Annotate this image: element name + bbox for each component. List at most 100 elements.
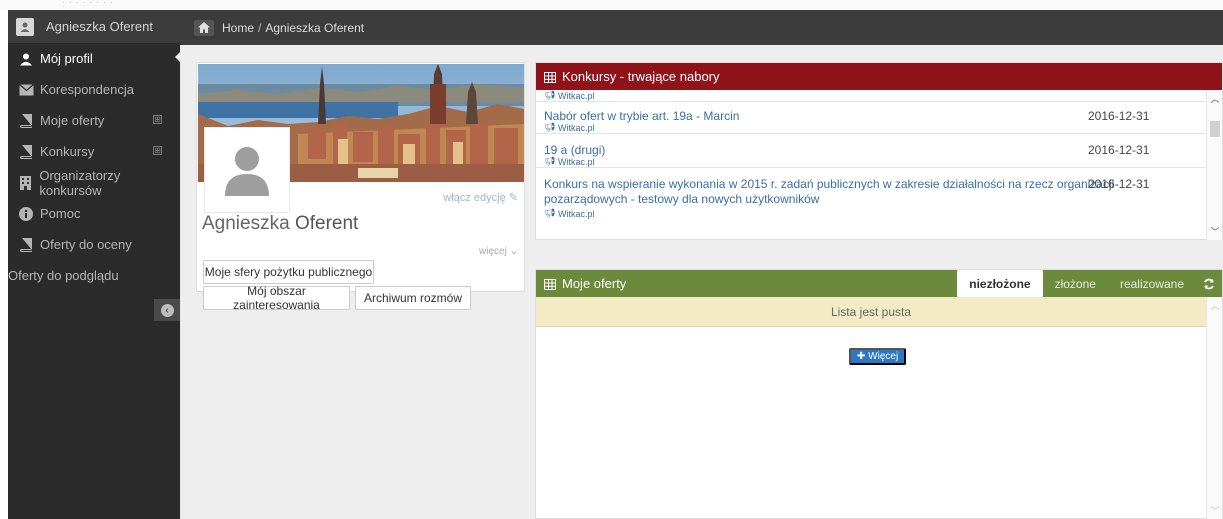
sidebar-item-label: Oferty do podglądu <box>8 268 119 283</box>
plus-icon: ✚ <box>857 351 869 362</box>
book-icon <box>18 113 34 129</box>
contest-source-label: Witkac.pl <box>557 156 595 167</box>
arrow-left-circle-icon: ‹ <box>160 303 174 317</box>
my-offers-title: Moje oferty <box>562 276 627 291</box>
profile-avatar[interactable] <box>204 127 290 213</box>
chevron-down-icon: ⌄ <box>509 246 518 257</box>
sidebar-item-organizatorzy[interactable]: Organizatorzy konkursów <box>8 167 180 198</box>
table-icon <box>544 71 556 83</box>
edit-profile-link[interactable]: włącz edycję ✎ <box>443 191 518 204</box>
table-icon <box>544 278 556 290</box>
sidebar-item-konkursy[interactable]: Konkursy ⊞ <box>8 136 180 167</box>
megaphone-icon: 📢︎ <box>544 122 556 132</box>
contest-source: 📢︎ Witkac.pl <box>544 208 594 219</box>
home-icon[interactable] <box>194 19 214 36</box>
contest-title[interactable]: Konkurs na wspieranie wykonania w 2015 r… <box>544 177 1114 207</box>
contest-title-line2: pozarządowych - testowy dla nowych użytk… <box>544 192 820 206</box>
book-icon <box>18 237 34 253</box>
list-item[interactable]: 19 a (drugi) 📢︎ Witkac.pl 2016-12-31 <box>536 135 1206 168</box>
expand-icon[interactable]: ⊞ <box>153 146 162 155</box>
edit-icon: ✎ <box>505 192 518 204</box>
sidebar: Agnieszka Oferent Mój profil Koresponden… <box>8 10 181 519</box>
sidebar-item-oferty-do-oceny[interactable]: Oferty do oceny <box>8 229 180 260</box>
chevron-down-icon[interactable]: ﹀ <box>1210 504 1220 517</box>
breadcrumb-home-link[interactable]: Home <box>222 21 254 35</box>
contests-list: 📢︎ Witkac.pl Nabór ofert w trybie art. 1… <box>536 90 1206 240</box>
profile-last-name: Oferent <box>294 213 359 234</box>
chevron-up-icon[interactable]: ︿ <box>1210 299 1220 312</box>
tab-niezlozone[interactable]: niezłożone <box>957 270 1043 297</box>
contests-panel: Konkursy - trwające nabory 📢︎ Witkac.pl … <box>535 62 1223 240</box>
contest-date: 2016-12-31 <box>1088 109 1150 123</box>
tab-zlozone[interactable]: złożone <box>1043 270 1108 297</box>
main-content: włącz edycję ✎ Agnieszka Oferent więcej … <box>181 45 1223 519</box>
top-strip: · · · · · · · · <box>0 0 1223 10</box>
top-ghost-text: · · · · · · · · <box>62 0 114 7</box>
list-item[interactable]: 📢︎ Witkac.pl <box>536 90 1206 102</box>
contests-panel-title: Konkursy - trwające nabory <box>562 69 720 84</box>
megaphone-icon: 📢︎ <box>544 90 556 100</box>
contest-title-line1: Konkurs na wspieranie wykonania w 2015 r… <box>544 177 1115 191</box>
contest-source: 📢︎ Witkac.pl <box>544 122 594 133</box>
sidebar-item-moj-profil[interactable]: Mój profil <box>8 43 181 74</box>
contest-source-label: Witkac.pl <box>557 208 595 219</box>
contest-source-label: Witkac.pl <box>557 90 595 101</box>
breadcrumb: Home / Agnieszka Oferent <box>180 10 1223 45</box>
contest-source-label: Witkac.pl <box>557 122 595 133</box>
my-offers-panel: Moje oferty niezłożone złożone realizowa… <box>535 269 1223 519</box>
more-link-label: więcej <box>479 246 507 257</box>
more-link[interactable]: więcej ⌄ <box>479 246 518 257</box>
breadcrumb-separator: / <box>258 20 262 35</box>
chevron-down-icon[interactable]: ﹀ <box>1210 225 1220 238</box>
contest-source: 📢︎ Witkac.pl <box>544 156 594 167</box>
user-icon <box>18 51 34 67</box>
edit-link-label: włącz edycję <box>443 192 506 204</box>
book-icon <box>18 144 34 160</box>
profile-card: włącz edycję ✎ Agnieszka Oferent więcej … <box>196 62 525 312</box>
chevron-up-icon[interactable]: ︿ <box>1210 92 1220 105</box>
breadcrumb-current: Agnieszka Oferent <box>265 20 365 35</box>
sidebar-collapse-button[interactable]: ‹ <box>154 299 180 321</box>
refresh-icon[interactable] <box>1196 270 1222 297</box>
user-avatar-icon <box>16 17 34 36</box>
list-item[interactable]: Nabór ofert w trybie art. 19a - Marcin 📢… <box>536 102 1206 134</box>
expand-icon[interactable]: ⊞ <box>153 115 162 124</box>
sidebar-user-bar[interactable]: Agnieszka Oferent <box>8 10 180 43</box>
building-icon <box>18 175 33 191</box>
list-item[interactable]: Konkurs na wspieranie wykonania w 2015 r… <box>536 169 1206 219</box>
sidebar-menu: Mój profil Korespondencja Moje oferty ⊞ … <box>8 43 181 291</box>
sidebar-item-oferty-do-podgladu[interactable]: Oferty do podglądu <box>8 260 180 291</box>
info-icon <box>18 206 34 222</box>
megaphone-icon: 📢︎ <box>544 208 556 218</box>
envelope-icon <box>18 82 34 98</box>
more-offers-label: Więcej <box>868 351 899 362</box>
sidebar-item-label: Konkursy <box>40 144 95 159</box>
contest-date: 2016-12-31 <box>1088 143 1150 157</box>
contest-source: 📢︎ Witkac.pl <box>544 90 594 101</box>
scroll-thumb[interactable] <box>1210 121 1220 137</box>
sidebar-item-moje-oferty[interactable]: Moje oferty ⊞ <box>8 105 180 136</box>
profile-first-name: Agnieszka <box>202 213 290 234</box>
tab-realizowane[interactable]: realizowane <box>1108 270 1196 297</box>
contests-scrollbar[interactable]: ︿ ﹀ <box>1206 90 1222 240</box>
megaphone-icon: 📢︎ <box>544 156 556 166</box>
spheres-button[interactable]: Moje sfery pożytku publicznego <box>203 260 374 284</box>
sidebar-item-label: Moje oferty <box>40 113 105 128</box>
sidebar-item-label: Pomoc <box>40 206 81 221</box>
sidebar-user-name: Agnieszka Oferent <box>46 19 153 34</box>
interests-button[interactable]: Mój obszar zainteresowania <box>203 284 350 312</box>
sidebar-item-label: Korespondencja <box>40 82 134 97</box>
profile-name: Agnieszka Oferent <box>202 213 358 235</box>
sidebar-item-label: Mój profil <box>40 51 93 66</box>
contest-date: 2016-12-31 <box>1088 177 1150 191</box>
sidebar-item-korespondencja[interactable]: Korespondencja <box>8 74 180 105</box>
user-placeholder-icon <box>225 147 269 196</box>
sidebar-item-pomoc[interactable]: Pomoc <box>8 198 180 229</box>
more-offers-button[interactable]: ✚ Więcej <box>849 348 907 365</box>
sidebar-item-label: Organizatorzy konkursów <box>39 167 121 198</box>
contests-panel-header: Konkursy - trwające nabory <box>536 63 1222 90</box>
sidebar-item-label: Oferty do oceny <box>40 237 132 252</box>
my-offers-scrollbar[interactable]: ︿ ﹀ <box>1206 297 1222 519</box>
archive-button[interactable]: Archiwum rozmów <box>355 286 471 310</box>
empty-list-message: Lista jest pusta <box>536 297 1206 327</box>
